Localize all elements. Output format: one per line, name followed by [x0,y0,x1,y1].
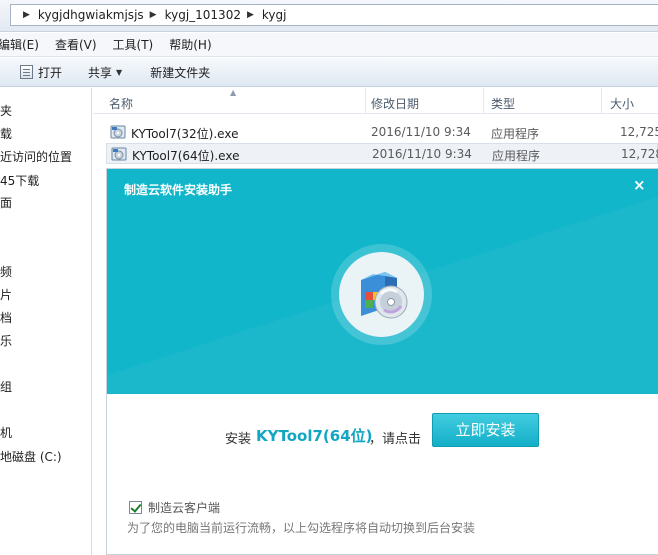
nav-item-homegroup[interactable]: 组 [0,378,12,395]
exe-file-icon [111,147,127,161]
file-date: 2016/11/10 9:34 [371,125,471,139]
menu-bar: 编辑(E) 查看(V) 工具(T) 帮助(H) [0,33,658,57]
install-prefix: 安装 [225,432,252,447]
option-hint: 为了您的电脑当前运行流畅，以上勾选程序将自动切换到后台安装 [127,521,476,535]
nav-item-desktop[interactable]: 面 [0,194,12,211]
option-row[interactable]: 制造云客户端 [129,499,220,515]
installer-dialog: 制造云软件安装助手 × 安装 KYTool7(64位) ，请点击 立即安装 制造… [106,168,658,555]
nav-item-music[interactable]: 乐 [0,332,12,349]
nav-item-documents[interactable]: 档 [0,309,12,326]
new-folder-button[interactable]: 新建文件夹 [150,64,210,81]
dialog-title: 制造云软件安装助手 [124,183,233,197]
navigation-pane: 夹 载 近访问的位置 45下载 面 频 片 档 乐 组 机 地磁盘 (C:) [0,88,92,555]
share-button[interactable]: 共享 ▼ [88,64,122,81]
dialog-banner: 制造云软件安装助手 × [107,169,658,394]
option-label[interactable]: 制造云客户端 [148,499,220,516]
address-field[interactable]: ▶ kygjdhgwiakmjsjs ▶ kygj_101302 ▶ kygj [10,4,658,26]
nav-item-videos[interactable]: 频 [0,263,12,280]
breadcrumb-chevron-icon[interactable]: ▶ [247,10,254,20]
column-divider[interactable] [601,88,602,114]
file-name: KYTool7(32位).exe [131,127,239,141]
open-button[interactable]: 打开 [20,64,62,81]
toolbar: 打开 共享 ▼ 新建文件夹 [0,58,658,87]
breadcrumb-item[interactable]: kygj_101302 [165,8,241,22]
open-label: 打开 [38,65,63,80]
address-bar: ▶ kygjdhgwiakmjsjs ▶ kygj_101302 ▶ kygj [0,0,658,32]
column-size[interactable]: 大小 [610,95,634,112]
menu-view[interactable]: 查看(V) [55,36,97,53]
sort-ascending-icon: ▲ [230,88,237,97]
install-app-name: KYTool7(64位) [256,427,373,445]
nav-item-recent[interactable]: 近访问的位置 [0,148,72,165]
file-type: 应用程序 [491,127,540,141]
open-icon [20,65,33,79]
close-icon[interactable]: × [633,176,646,194]
file-row[interactable]: KYTool7(32位).exe 2016/11/10 9:34 应用程序 12… [106,122,658,143]
file-type: 应用程序 [492,149,541,163]
column-name[interactable]: 名称 [109,95,133,112]
file-row[interactable]: KYTool7(64位).exe 2016/11/10 9:34 应用程序 12… [106,143,658,164]
nav-item-downloads-2345[interactable]: 45下载 [0,172,39,189]
menu-help[interactable]: 帮助(H) [169,36,211,53]
install-prompt: 安装 KYTool7(64位) ，请点击 [107,421,658,451]
breadcrumb-item[interactable]: kygj [262,8,287,22]
nav-item-computer[interactable]: 机 [0,424,12,441]
file-size: 12,725 [620,125,658,139]
column-type[interactable]: 类型 [491,95,515,112]
file-size: 12,728 [621,147,658,161]
exe-file-icon [110,125,126,139]
column-divider[interactable] [365,88,366,114]
install-suffix: ，请点击 [369,432,422,447]
breadcrumb-chevron-icon[interactable]: ▶ [23,10,30,20]
client-checkbox[interactable] [129,500,142,514]
nav-item-downloads[interactable]: 载 [0,125,12,142]
share-label: 共享 [88,65,113,80]
breadcrumb-item[interactable]: kygjdhgwiakmjsjs [38,8,144,22]
install-now-button[interactable]: 立即安装 [432,413,539,447]
software-package-icon [361,272,408,319]
column-date[interactable]: 修改日期 [371,95,419,112]
file-date: 2016/11/10 9:34 [372,147,472,161]
breadcrumb-chevron-icon[interactable]: ▶ [150,10,157,20]
chevron-down-icon: ▼ [116,67,123,77]
new-folder-label: 新建文件夹 [150,65,211,80]
nav-item-local-disk-c[interactable]: 地磁盘 (C:) [0,448,62,465]
file-list-header: ▲ 名称 修改日期 类型 大小 [93,88,658,114]
nav-item-pictures[interactable]: 片 [0,286,12,303]
file-name: KYTool7(64位).exe [132,149,240,163]
column-divider[interactable] [483,88,484,114]
menu-tools[interactable]: 工具(T) [113,36,154,53]
menu-edit[interactable]: 编辑(E) [0,36,39,53]
nav-item-favorites[interactable]: 夹 [0,102,12,119]
